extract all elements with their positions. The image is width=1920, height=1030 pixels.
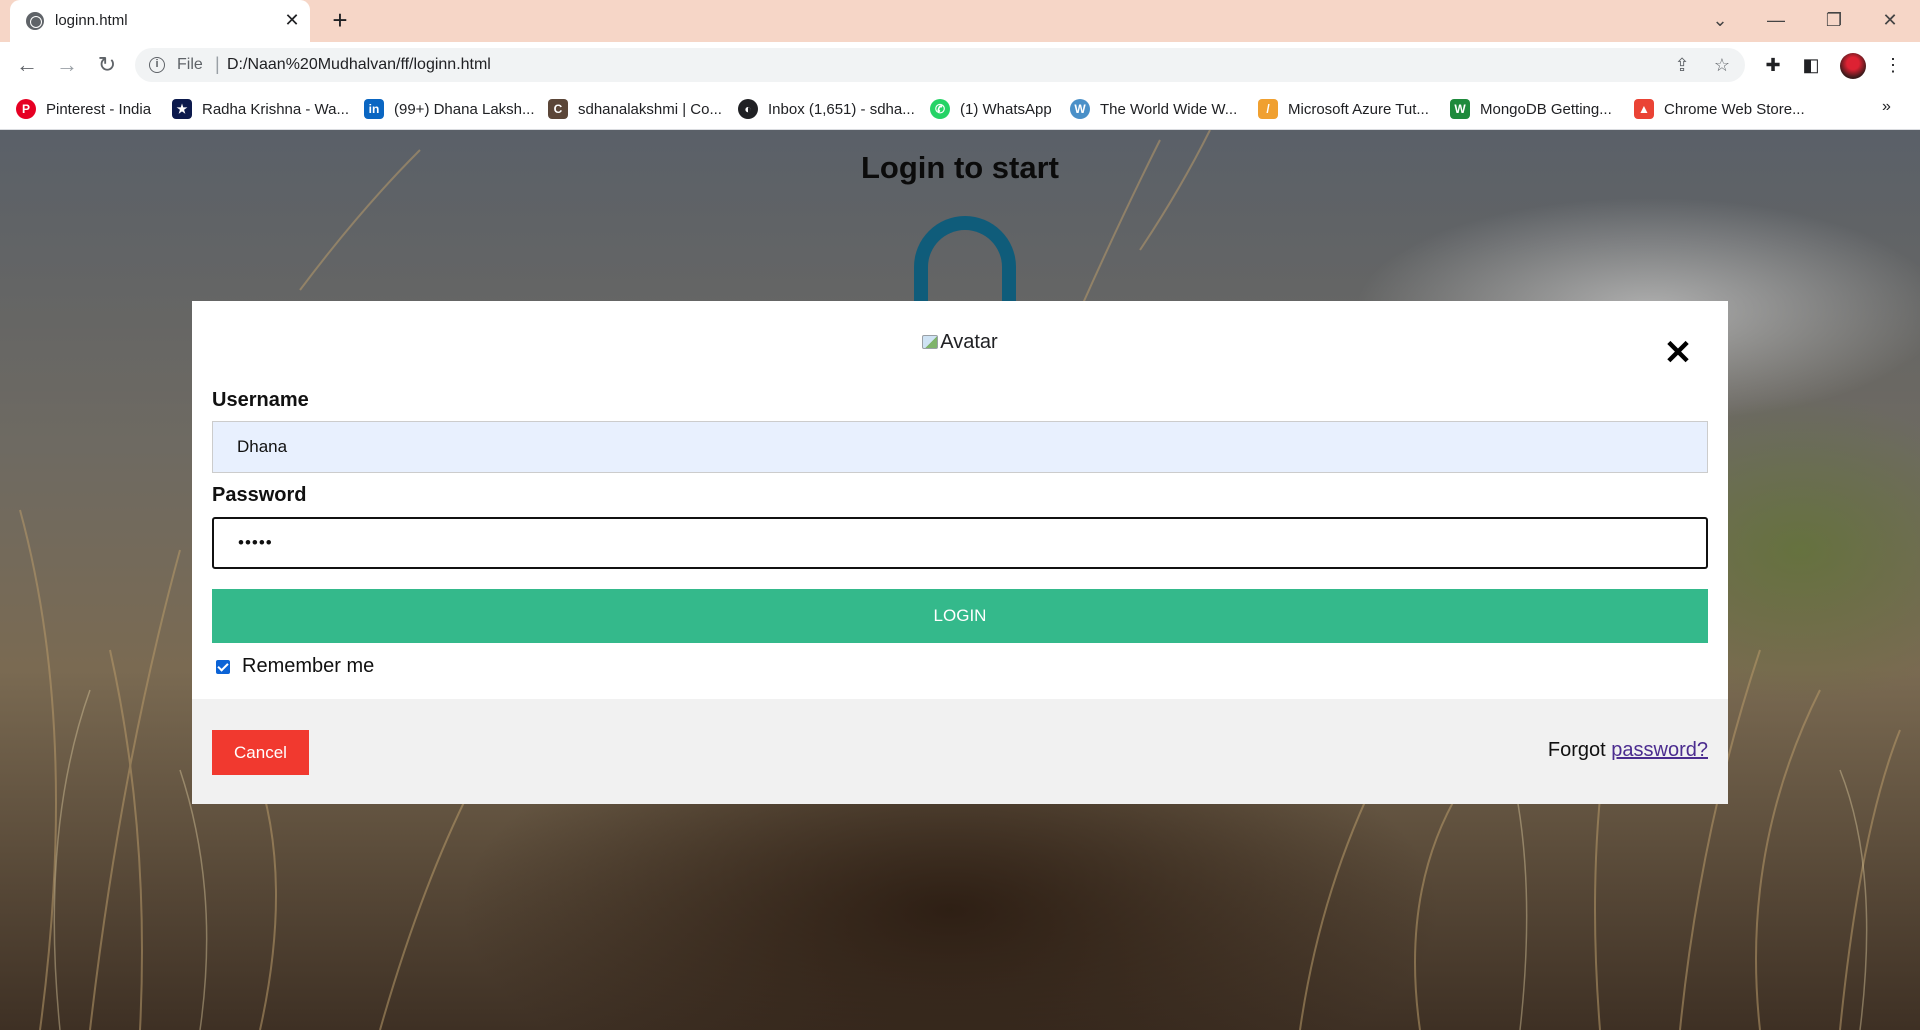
url-scheme: File	[177, 56, 203, 73]
avatar-alt-text: Avatar	[940, 331, 998, 353]
bookmark-label: sdhanalakshmi | Co...	[578, 100, 722, 118]
www-icon: W	[1070, 99, 1090, 119]
broken-image-icon	[922, 335, 939, 349]
globe-icon	[26, 12, 44, 30]
linkedin-icon: in	[364, 99, 384, 119]
side-panel-icon[interactable]: ◧	[1798, 52, 1824, 78]
username-input[interactable]	[212, 421, 1708, 473]
azure-icon: /	[1258, 99, 1278, 119]
more-bookmarks-icon[interactable]: »	[1882, 98, 1891, 116]
bookmark-star-icon[interactable]: ☆	[1711, 54, 1733, 76]
username-label: Username	[212, 389, 309, 411]
bookmark-azure[interactable]: / Microsoft Azure Tut...	[1258, 96, 1429, 122]
bookmark-label: Pinterest - India	[46, 100, 152, 118]
bookmark-label: (1) WhatsApp	[960, 100, 1052, 118]
browser-toolbar: ← → ↻ i File | D:/Naan%20Mudhalvan/ff/lo…	[0, 42, 1920, 88]
menu-icon[interactable]: ⋮	[1880, 52, 1906, 78]
bookmark-linkedin[interactable]: in (99+) Dhana Laksh...	[364, 96, 535, 122]
profile-avatar[interactable]	[1840, 53, 1866, 79]
minimize-button[interactable]: —	[1756, 4, 1796, 36]
bookmark-label: Inbox (1,651) - sdha...	[768, 100, 915, 118]
forgot-password-link[interactable]: password?	[1611, 739, 1708, 761]
close-tab-icon[interactable]: ✕	[280, 8, 304, 32]
cancel-button[interactable]: Cancel	[212, 730, 309, 775]
avatar-image: Avatar	[192, 331, 1728, 354]
remember-me-checkbox[interactable]	[216, 659, 230, 674]
bookmark-label: Chrome Web Store...	[1664, 100, 1805, 118]
bookmark-label: MongoDB Getting...	[1480, 100, 1612, 118]
bookmarks-bar: P Pinterest - India ★ Radha Krishna - Wa…	[0, 88, 1920, 130]
modal-footer: Cancel Forgot password?	[192, 699, 1728, 804]
codechef-icon: C	[548, 99, 568, 119]
whatsapp-icon: ✆	[930, 99, 950, 119]
password-label: Password	[212, 484, 307, 506]
hotstar-icon: ★	[172, 99, 192, 119]
bookmark-label: (99+) Dhana Laksh...	[394, 100, 535, 118]
forgot-password: Forgot password?	[1548, 739, 1708, 762]
back-button[interactable]: ←	[12, 50, 42, 80]
url-separator: |	[215, 54, 220, 74]
forward-button[interactable]: →	[52, 50, 82, 80]
bookmark-chrome-webstore[interactable]: ▲ Chrome Web Store...	[1634, 96, 1805, 122]
new-tab-button[interactable]: +	[325, 6, 355, 36]
bookmark-inbox[interactable]: ◐ Inbox (1,651) - sdha...	[738, 96, 915, 122]
close-modal-button[interactable]: ✕	[1662, 336, 1694, 371]
tab-search-icon[interactable]: ⌄	[1700, 4, 1740, 36]
login-modal: Avatar ✕ Username Password LOGIN Remembe…	[192, 301, 1728, 804]
bookmark-label: Radha Krishna - Wa...	[202, 100, 350, 118]
pinterest-icon: P	[16, 99, 36, 119]
password-input[interactable]	[212, 517, 1708, 569]
remember-me[interactable]: Remember me	[216, 655, 374, 678]
forgot-prefix: Forgot	[1547, 739, 1612, 761]
bookmark-label: The World Wide W...	[1100, 100, 1238, 118]
remember-me-label: Remember me	[242, 655, 375, 677]
page-title: Login to start	[860, 150, 1060, 185]
bookmark-label: Microsoft Azure Tut...	[1288, 100, 1429, 118]
browser-tab-bar: loginn.html ✕ + ⌄ — ❐ ✕	[0, 0, 1920, 42]
mongodb-icon: W	[1450, 99, 1470, 119]
extensions-icon[interactable]: ✚	[1760, 52, 1786, 78]
bookmark-mongodb[interactable]: W MongoDB Getting...	[1450, 96, 1612, 122]
bookmark-whatsapp[interactable]: ✆ (1) WhatsApp	[930, 96, 1052, 122]
address-bar[interactable]: i File | D:/Naan%20Mudhalvan/ff/loginn.h…	[135, 48, 1745, 82]
close-window-button[interactable]: ✕	[1870, 4, 1910, 36]
share-icon[interactable]: ⇪	[1671, 54, 1693, 76]
browser-tab[interactable]: loginn.html ✕	[10, 0, 310, 42]
bookmark-world-wide-web[interactable]: W The World Wide W...	[1070, 96, 1237, 122]
reload-button[interactable]: ↻	[92, 50, 122, 80]
login-button[interactable]: LOGIN	[212, 589, 1708, 643]
bookmark-codechef[interactable]: C sdhanalakshmi | Co...	[548, 96, 722, 122]
site-info-icon[interactable]: i	[149, 57, 165, 73]
bookmark-pinterest[interactable]: P Pinterest - India	[16, 96, 151, 122]
url-text[interactable]: D:/Naan%20Mudhalvan/ff/loginn.html	[227, 56, 491, 74]
bookmark-radha-krishna[interactable]: ★ Radha Krishna - Wa...	[172, 96, 349, 122]
restore-button[interactable]: ❐	[1814, 4, 1854, 36]
globe-icon: ◐	[738, 99, 758, 119]
tab-title: loginn.html	[55, 12, 128, 29]
chrome-webstore-icon: ▲	[1634, 99, 1654, 119]
